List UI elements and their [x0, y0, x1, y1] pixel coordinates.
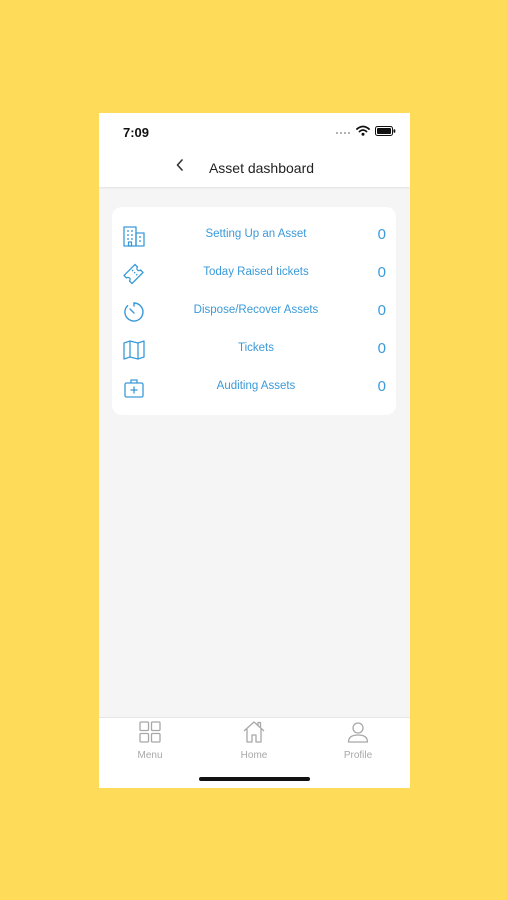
dashboard-row-label: Setting Up an Asset — [205, 228, 307, 240]
page-title: Asset dashboard — [208, 160, 315, 176]
dashboard-row-label: Tickets — [238, 342, 274, 354]
tab-label: Profile — [343, 750, 373, 761]
map-icon — [121, 337, 147, 363]
nav-header: Asset dashboard — [99, 151, 410, 187]
ticket-icon — [121, 261, 147, 287]
wifi-icon — [356, 123, 370, 141]
medical-bag-icon — [121, 375, 147, 401]
timer-icon — [121, 299, 147, 325]
cellular-signal-icon — [335, 123, 351, 141]
bottom-tab-bar: Menu Home Profile — [99, 717, 410, 788]
dashboard-row-auditing-assets[interactable]: Auditing Assets 0 — [112, 369, 396, 407]
dashboard-row-tickets[interactable]: Tickets 0 — [112, 331, 396, 369]
status-time: 7:09 — [123, 125, 150, 140]
status-bar: 7:09 — [99, 113, 410, 151]
dashboard-row-label: Dispose/Recover Assets — [193, 304, 319, 316]
dashboard-row-today-raised-tickets[interactable]: Today Raised tickets 0 — [112, 255, 396, 293]
phone-screen: 7:09 Asset dashboard Setting Up an Asset… — [99, 113, 410, 788]
status-icons — [335, 125, 396, 139]
dashboard-row-label: Auditing Assets — [216, 380, 296, 392]
tab-home[interactable]: Home — [224, 720, 284, 764]
home-icon — [242, 720, 266, 749]
dashboard-row-count: 0 — [377, 302, 386, 319]
battery-icon — [375, 123, 396, 141]
dashboard-row-count: 0 — [377, 340, 386, 357]
tab-label: Home — [240, 750, 268, 761]
dashboard-row-count: 0 — [377, 264, 386, 281]
tab-profile[interactable]: Profile — [328, 720, 388, 764]
dashboard-row-setting-up-asset[interactable]: Setting Up an Asset 0 — [112, 217, 396, 255]
home-indicator — [199, 777, 310, 781]
user-icon — [346, 720, 370, 749]
grid-icon — [138, 720, 162, 749]
dashboard-row-count: 0 — [377, 378, 386, 395]
dashboard-row-count: 0 — [377, 226, 386, 243]
tab-menu[interactable]: Menu — [120, 720, 180, 764]
dashboard-row-dispose-recover-assets[interactable]: Dispose/Recover Assets 0 — [112, 293, 396, 331]
asset-summary-card: Setting Up an Asset 0 Today Raised ticke… — [112, 207, 396, 415]
tab-label: Menu — [137, 750, 163, 761]
building-icon — [121, 223, 147, 249]
dashboard-row-label: Today Raised tickets — [203, 266, 309, 278]
